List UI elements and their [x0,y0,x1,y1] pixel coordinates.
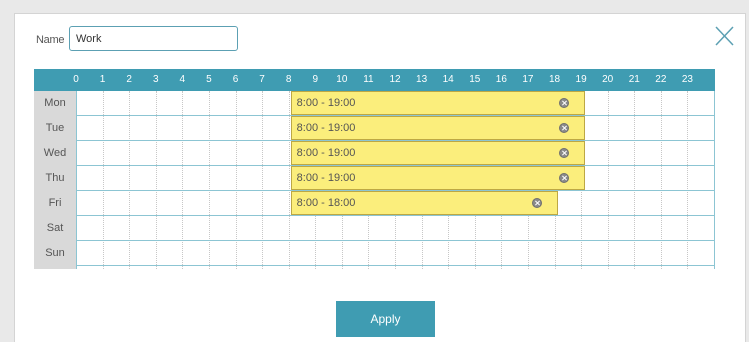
hour-label: 23 [681,74,693,85]
hour-label: 7 [259,74,265,85]
remove-block-icon[interactable] [532,198,543,208]
name-label: Name [36,34,65,46]
name-input[interactable] [69,26,238,51]
hour-label: 12 [389,74,401,85]
schedule-block-label: 8:00 - 19:00 [296,97,356,109]
schedule-block-label: 8:00 - 19:00 [296,147,356,159]
hour-label: 5 [206,74,212,85]
day-label: Sat [46,222,64,234]
day-label: Mon [44,97,66,109]
hour-label: 0 [73,74,79,85]
hour-label: 11 [363,74,374,85]
schedule-block-tue[interactable]: 8:00 - 19:00 [290,116,586,140]
day-label: Fri [48,197,62,209]
row-divider [76,265,715,266]
day-row-sun[interactable]: Sun [34,241,715,266]
schedule-grid: 0 1 2 3 4 5 6 7 8 9 10 11 12 13 14 15 16 17 18 19 20 21 22 23 M… [34,69,715,269]
close-icon [715,26,734,46]
hour-label: 21 [628,74,640,85]
schedule-block-thu[interactable]: 8:00 - 19:00 [290,166,586,190]
hour-label: 15 [469,74,481,85]
schedule-block-mon[interactable]: 8:00 - 19:00 [290,91,586,115]
hour-label: 13 [416,74,428,85]
hour-label: 22 [655,74,667,85]
hour-label: 14 [442,74,454,85]
remove-block-icon[interactable] [559,98,570,108]
remove-block-icon[interactable] [559,123,570,133]
schedule-block-label: 8:00 - 19:00 [296,172,356,184]
schedule-block-wed[interactable]: 8:00 - 19:00 [290,141,586,165]
hour-label: 6 [232,74,239,85]
day-label: Tue [45,122,65,134]
schedule-block-label: 8:00 - 18:00 [296,197,356,209]
hour-label: 10 [336,74,348,85]
close-button[interactable] [712,24,736,48]
hour-label: 20 [602,74,614,85]
hour-label: 1 [99,74,106,85]
hour-label: 9 [312,74,319,85]
hour-label: 3 [152,74,159,85]
hour-label: 17 [522,74,534,85]
apply-button[interactable]: Apply [336,301,435,337]
schedule-dialog: Name 01234567891011121314151617181920212… [14,13,746,342]
hour-label: 4 [179,74,186,85]
hour-label: 16 [495,74,507,85]
hour-label: 2 [126,74,132,85]
schedule-block-label: 8:00 - 19:00 [296,122,356,134]
hour-label: 18 [548,74,561,85]
remove-block-icon[interactable] [559,173,570,183]
day-row-sat[interactable]: Sat [34,216,715,241]
remove-block-icon[interactable] [559,148,570,158]
hour-header: 0 1 2 3 4 5 6 7 8 9 10 11 12 13 14 15 16 17 18 19 20 21 22 23 [34,69,715,91]
day-label: Thu [45,172,65,184]
day-label: Sun [45,247,65,259]
day-label: Wed [43,147,67,159]
schedule-block-fri[interactable]: 8:00 - 18:00 [290,191,559,215]
hour-label: 8 [285,74,292,85]
hour-label: 19 [575,74,587,85]
